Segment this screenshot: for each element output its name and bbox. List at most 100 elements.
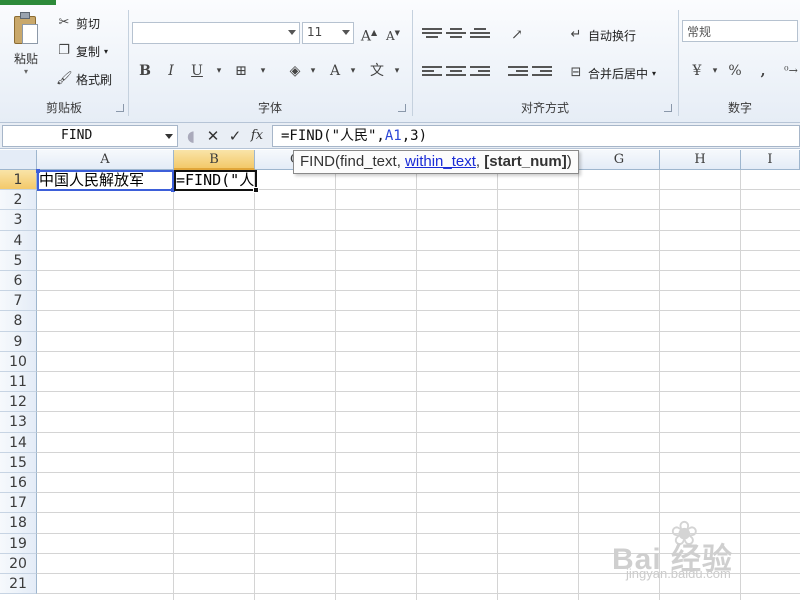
row-header-5[interactable]: 5: [0, 250, 37, 271]
merge-dropdown-icon[interactable]: ▾: [652, 69, 656, 78]
align-top-icon[interactable]: [422, 26, 442, 44]
row-gridline: [37, 431, 800, 433]
row-header-9[interactable]: 9: [0, 331, 37, 352]
align-middle-icon[interactable]: [446, 26, 466, 44]
row-gridline: [37, 350, 800, 352]
row-gridline: [37, 492, 800, 494]
decrease-indent-icon[interactable]: [508, 64, 528, 82]
tooltip-within-text-link[interactable]: within_text: [405, 153, 476, 170]
increase-decimal-icon[interactable]: ⁰→: [780, 60, 800, 82]
font-color-dropdown-icon[interactable]: ▾: [342, 60, 364, 82]
row-header-8[interactable]: 8: [0, 311, 37, 332]
orientation-icon[interactable]: ↗: [506, 24, 528, 46]
row-header-13[interactable]: 13: [0, 412, 37, 433]
column-header-b[interactable]: B: [174, 150, 255, 170]
row-header-3[interactable]: 3: [0, 210, 37, 231]
wrap-text-label: 自动换行: [588, 28, 637, 43]
paste-dropdown-icon[interactable]: ▾: [6, 67, 46, 76]
row-gridline: [37, 593, 800, 595]
ribbon: 粘贴 ▾ ✂ 剪切 ❐ 复制 ▾ 🖌 格式刷 剪贴板 11 A▲ A▼ B I …: [0, 0, 800, 123]
row-header-17[interactable]: 17: [0, 493, 37, 514]
copy-label: 复制: [76, 44, 101, 59]
align-bottom-icon[interactable]: [470, 26, 490, 44]
underline-button[interactable]: U: [186, 60, 208, 82]
font-group: 11 A▲ A▼ B I U ▾ ⊞ ▾ ◈ ▾ A ▾ 文 ▾ 字体: [130, 6, 410, 118]
name-box[interactable]: FIND: [2, 125, 178, 147]
format-painter-button[interactable]: 🖌 格式刷: [56, 68, 112, 90]
clipboard-group-label: 剪贴板: [45, 101, 82, 115]
row-header-20[interactable]: 20: [0, 553, 37, 574]
column-header-i[interactable]: I: [741, 150, 800, 170]
cut-button[interactable]: ✂ 剪切: [56, 12, 100, 34]
row-header-14[interactable]: 14: [0, 432, 37, 453]
percent-button[interactable]: %: [724, 60, 746, 82]
clipboard-launcher-icon[interactable]: [116, 104, 124, 112]
row-header-18[interactable]: 18: [0, 513, 37, 534]
clipboard-group: 粘贴 ▾ ✂ 剪切 ❐ 复制 ▾ 🖌 格式刷 剪贴板: [0, 6, 128, 118]
number-format-value: 常规: [687, 25, 712, 39]
row-header-11[interactable]: 11: [0, 372, 37, 393]
insert-function-icon[interactable]: fx: [248, 126, 266, 146]
formula-input[interactable]: =FIND("人民",A1,3): [272, 125, 800, 147]
file-tab[interactable]: [0, 0, 56, 5]
alignment-launcher-icon[interactable]: [664, 104, 672, 112]
grow-font-button[interactable]: A▲: [358, 22, 380, 45]
row-gridline: [37, 451, 800, 453]
cancel-icon[interactable]: ✕: [204, 126, 222, 146]
phonetic-icon[interactable]: 文: [366, 60, 388, 82]
row-header-6[interactable]: 6: [0, 271, 37, 292]
italic-button[interactable]: I: [160, 60, 182, 82]
wrap-text-icon: ↵: [570, 27, 582, 42]
align-left-icon[interactable]: [422, 64, 442, 82]
row-header-10[interactable]: 10: [0, 351, 37, 372]
row-header-7[interactable]: 7: [0, 291, 37, 312]
formula-bar-handle-icon[interactable]: ◖: [184, 126, 198, 146]
borders-dropdown-icon[interactable]: ▾: [252, 60, 274, 82]
row-header-2[interactable]: 2: [0, 190, 37, 211]
font-size-dropdown-icon: [342, 30, 350, 35]
copy-button[interactable]: ❐ 复制 ▾: [56, 40, 108, 62]
font-name-combo[interactable]: [132, 22, 300, 44]
row-header-1[interactable]: 1: [0, 170, 37, 191]
row-header-15[interactable]: 15: [0, 452, 37, 473]
align-right-icon[interactable]: [470, 64, 490, 82]
row-header-19[interactable]: 19: [0, 533, 37, 554]
column-header-a[interactable]: A: [37, 150, 174, 170]
fill-handle[interactable]: [253, 187, 259, 193]
number-format-combo[interactable]: 常规: [682, 20, 798, 42]
row-header-12[interactable]: 12: [0, 392, 37, 413]
row-gridline: [37, 472, 800, 473]
shrink-font-button[interactable]: A▼: [382, 22, 404, 44]
tooltip-sep: ,: [475, 153, 485, 170]
fill-color-dropdown-icon[interactable]: ▾: [302, 60, 324, 82]
underline-dropdown-icon[interactable]: ▾: [208, 60, 230, 82]
name-box-value: FIND: [61, 128, 93, 143]
borders-icon[interactable]: ⊞: [230, 60, 252, 82]
phonetic-dropdown-icon[interactable]: ▾: [386, 60, 408, 82]
column-header-g[interactable]: G: [579, 150, 660, 170]
select-all-corner[interactable]: [0, 150, 37, 170]
row-header-16[interactable]: 16: [0, 473, 37, 494]
font-size-combo[interactable]: 11: [302, 22, 354, 44]
font-launcher-icon[interactable]: [398, 104, 406, 112]
font-group-label: 字体: [257, 101, 282, 115]
alignment-group: ↗ ↵ 自动换行 ⊟ 合并后居中 ▾ 对齐方式: [414, 6, 676, 118]
merge-center-button[interactable]: ⊟ 合并后居中 ▾: [568, 62, 656, 84]
column-header-h[interactable]: H: [660, 150, 741, 170]
copy-dropdown-icon[interactable]: ▾: [104, 47, 108, 56]
cell-a1[interactable]: 中国人民解放军: [39, 170, 144, 190]
paste-button[interactable]: 粘贴 ▾: [6, 8, 46, 86]
comma-button[interactable]: ,: [752, 60, 774, 82]
name-box-dropdown-icon[interactable]: [165, 134, 173, 139]
wrap-text-button[interactable]: ↵ 自动换行: [568, 24, 636, 46]
currency-dropdown-icon[interactable]: ▾: [704, 60, 726, 82]
cell-b1[interactable]: =FIND("人: [176, 170, 254, 190]
row-header-21[interactable]: 21: [0, 574, 37, 595]
enter-icon[interactable]: ✓: [226, 126, 244, 146]
paste-icon: [12, 12, 40, 46]
increase-indent-icon[interactable]: [532, 64, 552, 82]
align-center-icon[interactable]: [446, 64, 466, 82]
watermark-sub-text: jingyan.baidu.com: [626, 566, 731, 581]
row-header-4[interactable]: 4: [0, 230, 37, 251]
bold-button[interactable]: B: [134, 60, 156, 82]
